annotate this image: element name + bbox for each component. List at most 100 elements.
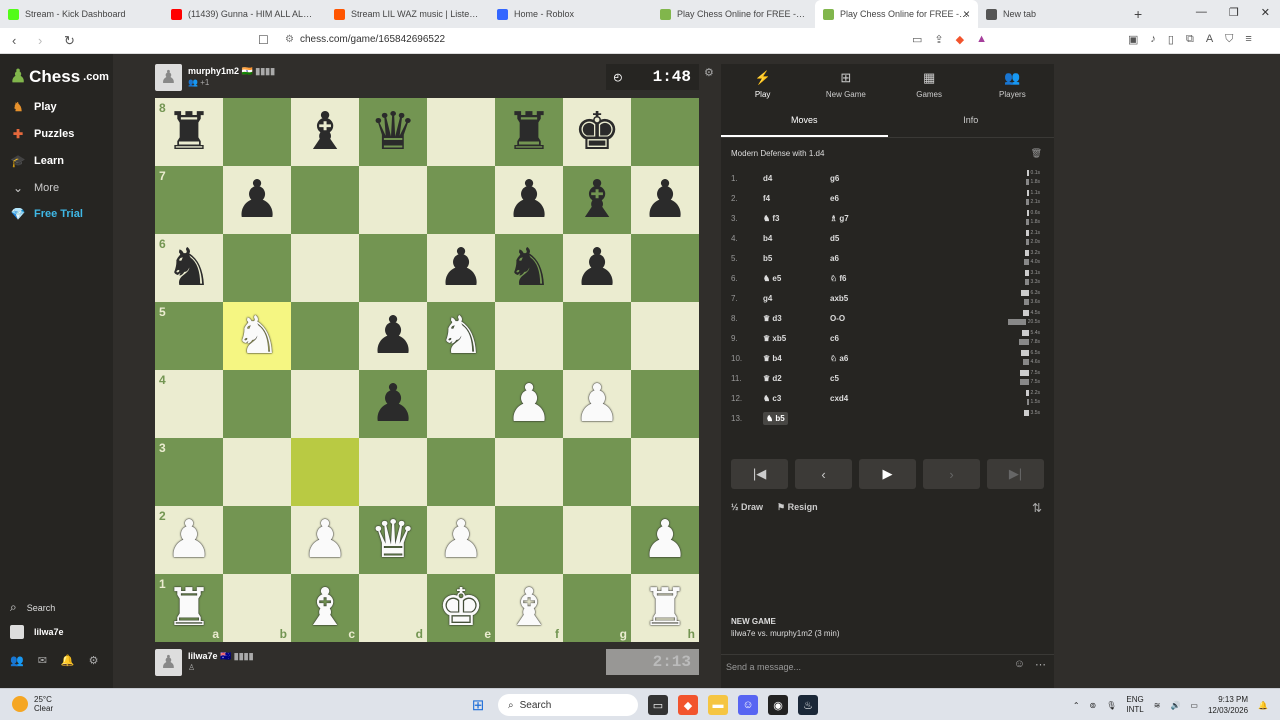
square-f1[interactable]: f ♝ [495, 574, 563, 642]
url-field[interactable]: ⚙ chess.com/game/165842696522 [285, 34, 445, 45]
new-tab-icon[interactable]: + [1134, 6, 1142, 22]
task-view-icon[interactable]: ▭ [648, 695, 668, 715]
white-pawn-icon[interactable]: ♟ [438, 514, 485, 566]
board-settings-icon[interactable]: ⚙ [704, 66, 714, 79]
discord-icon[interactable]: ☺ [738, 695, 758, 715]
black-move[interactable]: e6 [830, 194, 897, 203]
share-icon[interactable]: ⇪ [934, 33, 943, 46]
sidebar-item-learn[interactable]: 🎓 Learn [10, 154, 64, 168]
obs-icon[interactable]: ◉ [768, 695, 788, 715]
square-g6[interactable]: ♟ [563, 234, 631, 302]
flip-board-icon[interactable]: ⇅ [1032, 501, 1042, 515]
square-g1[interactable]: g [563, 574, 631, 642]
sidebar-item-puzzles[interactable]: ✚ Puzzles [10, 127, 74, 141]
square-f7[interactable]: ♟ [495, 166, 563, 234]
square-e1[interactable]: e ♚ [427, 574, 495, 642]
browser-tab[interactable]: Stream LIL WAZ music | Listen to songs [326, 0, 489, 28]
square-f5[interactable] [495, 302, 563, 370]
square-c8[interactable]: ♝ [291, 98, 359, 166]
square-a8[interactable]: 8 ♜ [155, 98, 223, 166]
white-bishop-icon[interactable]: ♝ [506, 582, 553, 634]
black-move[interactable]: cxd4 [830, 394, 897, 403]
black-king-icon[interactable]: ♚ [574, 106, 621, 158]
settings-icon[interactable]: ⚙ [89, 654, 99, 667]
white-move[interactable]: d4 [763, 174, 772, 183]
square-h8[interactable] [631, 98, 699, 166]
minimize-icon[interactable]: — [1196, 6, 1207, 19]
chevron-up-icon[interactable]: ⌃ [1073, 701, 1080, 710]
square-e2[interactable]: ♟ [427, 506, 495, 574]
notification-bell-icon[interactable]: 🔔 [1258, 701, 1268, 710]
white-move[interactable]: ♛ d3 [763, 314, 782, 323]
white-move[interactable]: ♞ f3 [763, 214, 780, 223]
square-h7[interactable]: ♟ [631, 166, 699, 234]
square-d7[interactable] [359, 166, 427, 234]
bookmark-icon[interactable]: ☐ [258, 33, 269, 47]
square-c1[interactable]: c ♝ [291, 574, 359, 642]
friends-icon[interactable]: 👥 [10, 654, 24, 667]
white-pawn-icon[interactable]: ♟ [302, 514, 349, 566]
browser-tab[interactable]: (11439) Gunna - HIM ALL ALONG [Official … [163, 0, 326, 28]
language-indicator[interactable]: ENG INTL [1126, 695, 1143, 715]
browser-tab[interactable]: New tab [978, 0, 1128, 28]
white-move[interactable]: b4 [763, 234, 772, 243]
square-h3[interactable] [631, 438, 699, 506]
black-move[interactable]: ♘ a6 [830, 354, 897, 363]
tab-info[interactable]: Info [888, 108, 1055, 137]
white-move[interactable]: ♛ xb5 [763, 334, 786, 343]
chess-board[interactable]: 8 ♜ ♝ ♛ ♜ ♚ 7 ♟ ♟ ♝ ♟ 6 ♞ ♟ ♞ ♟ 5 ♞ ♟ ♞ 4 ♟ ♟ ♟ 3 2 ♟ ♟ ♛ ♟ ♟ 1 a ♜ b c ♝ d e ♚… [155, 98, 699, 642]
square-a4[interactable]: 4 [155, 370, 223, 438]
black-knight-icon[interactable]: ♞ [506, 242, 553, 294]
browser-tab[interactable]: Home - Roblox [489, 0, 652, 28]
sidebar-item-free-trial[interactable]: 💎 Free Trial [10, 207, 83, 221]
menu-icon[interactable]: ≡ [1245, 33, 1251, 46]
first-move-button[interactable]: |◀ [731, 459, 788, 489]
translate-icon[interactable]: A [1206, 33, 1213, 46]
black-move[interactable]: axb5 [830, 294, 897, 303]
square-c5[interactable] [291, 302, 359, 370]
cast-icon[interactable]: ▭ [912, 33, 922, 46]
square-e4[interactable] [427, 370, 495, 438]
resign-button[interactable]: ⚑ Resign [777, 502, 818, 513]
black-rook-icon[interactable]: ♜ [506, 106, 553, 158]
black-pawn-icon[interactable]: ♟ [506, 174, 553, 226]
square-g3[interactable] [563, 438, 631, 506]
square-c2[interactable]: ♟ [291, 506, 359, 574]
bottom-player-name[interactable]: lilwa7e 🇦🇺 ▮▮▮▮ [188, 651, 254, 662]
black-move[interactable]: ♗ g7 [830, 214, 897, 223]
white-pawn-icon[interactable]: ♟ [642, 514, 689, 566]
square-e8[interactable] [427, 98, 495, 166]
square-g7[interactable]: ♝ [563, 166, 631, 234]
black-move[interactable]: a6 [830, 254, 897, 263]
taskbar-clock[interactable]: 9:13 PM 12/03/2026 [1208, 694, 1248, 716]
square-e3[interactable] [427, 438, 495, 506]
white-knight-icon[interactable]: ♞ [438, 310, 485, 362]
network-icon[interactable]: ⊚ [1090, 701, 1097, 710]
square-h4[interactable] [631, 370, 699, 438]
tab-games[interactable]: ▦ Games [888, 64, 971, 104]
mic-icon[interactable]: 🎙 [1106, 701, 1116, 710]
sidebar-search[interactable]: ⌕ Search [10, 600, 55, 615]
black-pawn-icon[interactable]: ♟ [574, 242, 621, 294]
square-e7[interactable] [427, 166, 495, 234]
square-b3[interactable] [223, 438, 291, 506]
white-move[interactable]: ♛ b4 [763, 354, 782, 363]
white-move[interactable]: ♞ b5 [763, 411, 788, 425]
square-h6[interactable] [631, 234, 699, 302]
white-king-icon[interactable]: ♚ [438, 582, 485, 634]
white-move[interactable]: ♞ c3 [763, 394, 781, 403]
square-g8[interactable]: ♚ [563, 98, 631, 166]
wifi-icon[interactable]: ≋ [1154, 701, 1161, 710]
white-move[interactable]: ♞ e5 [763, 274, 781, 283]
white-pawn-icon[interactable]: ♟ [574, 378, 621, 430]
rewards-icon[interactable]: ▲ [976, 33, 987, 46]
square-h2[interactable]: ♟ [631, 506, 699, 574]
square-c3[interactable] [291, 438, 359, 506]
close-tab-icon[interactable]: × [963, 7, 970, 21]
taskbar-search[interactable]: ⌕ Search [498, 694, 638, 716]
white-pawn-icon[interactable]: ♟ [166, 514, 213, 566]
square-c6[interactable] [291, 234, 359, 302]
square-d2[interactable]: ♛ [359, 506, 427, 574]
square-b6[interactable] [223, 234, 291, 302]
square-a2[interactable]: 2 ♟ [155, 506, 223, 574]
